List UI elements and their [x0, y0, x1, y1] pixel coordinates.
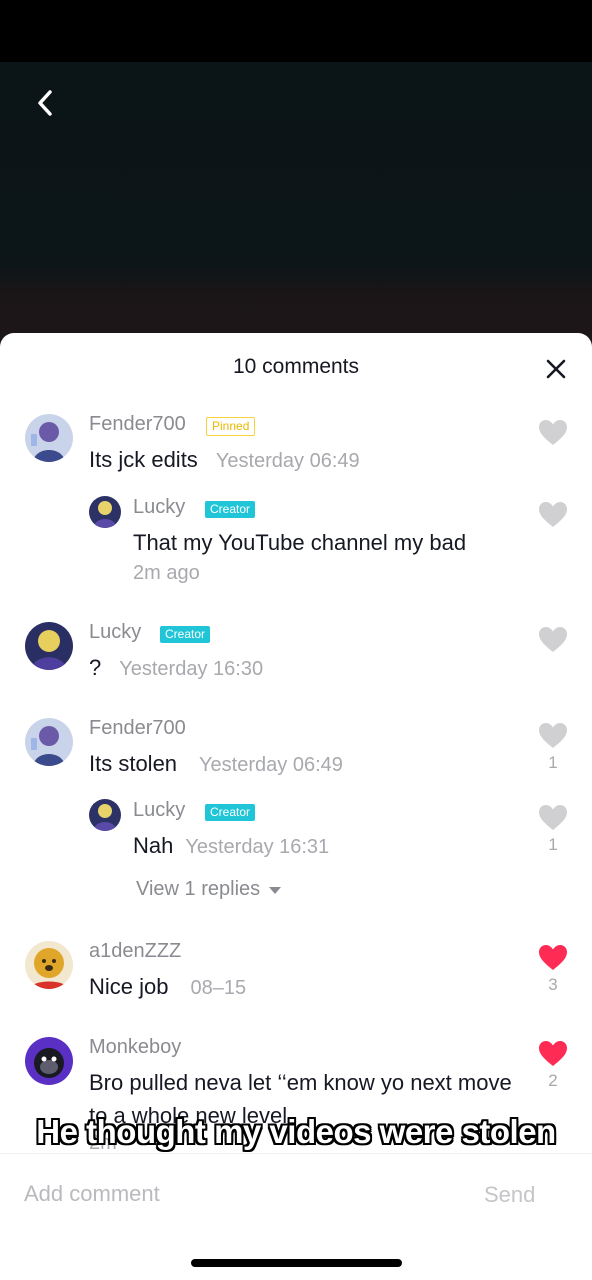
like-count: 2: [548, 1071, 558, 1090]
view-replies-button[interactable]: View 1 replies: [136, 878, 282, 901]
comment-username[interactable]: Monkeboy: [89, 1036, 181, 1059]
heart-filled-icon: [539, 945, 567, 970]
like-count: 1: [548, 835, 558, 854]
heart-filled-icon: [539, 1041, 567, 1066]
close-icon: [546, 359, 566, 379]
view-replies-label: View 1 replies: [136, 878, 261, 900]
comment-username[interactable]: a1denZZZ: [89, 940, 181, 963]
comment-body: That my YouTube channel my bad: [133, 530, 466, 556]
comment-text: Its jck edits: [89, 447, 198, 472]
avatar[interactable]: [89, 496, 121, 528]
creator-badge: Creator: [205, 501, 256, 518]
video-background: [0, 0, 592, 345]
like-button[interactable]: [535, 501, 571, 528]
comment-time: Yesterday 06:49: [215, 450, 360, 472]
like-button[interactable]: 3: [535, 944, 571, 995]
comment-time: Yesterday 16:31: [185, 836, 330, 858]
comment-time: Yesterday 16:30: [119, 658, 264, 680]
back-button[interactable]: [28, 86, 62, 120]
add-comment-input[interactable]: [24, 1181, 424, 1207]
pinned-badge: Pinned: [206, 417, 256, 436]
heart-icon: [539, 502, 567, 527]
like-button[interactable]: [535, 626, 571, 653]
comment-username[interactable]: Lucky: [133, 496, 185, 519]
comment-username[interactable]: Fender700: [89, 413, 186, 436]
comment-body: ? Yesterday 16:30: [89, 655, 263, 681]
heart-icon: [539, 420, 567, 445]
comment-count-title: 10 comments: [232, 355, 360, 378]
comment-body: Its jck edits Yesterday 06:49: [89, 447, 360, 473]
comment-username[interactable]: Lucky: [89, 621, 141, 644]
comment-time: Yesterday 06:49: [199, 754, 343, 776]
home-indicator: [191, 1259, 402, 1267]
send-button[interactable]: Send: [484, 1182, 535, 1208]
comment-body: Nice job 08–15: [89, 974, 246, 1000]
heart-icon: [539, 627, 567, 652]
chevron-left-icon: [38, 90, 52, 116]
comment-username[interactable]: Fender700: [89, 717, 186, 740]
comment-text: That my YouTube channel my bad: [133, 530, 467, 555]
video-caption: He thought my videos were stolen: [36, 1113, 556, 1150]
comment-body: Its stolen Yesterday 06:49: [89, 751, 343, 777]
heart-icon: [539, 805, 567, 830]
creator-badge: Creator: [160, 626, 211, 643]
comment-body: Nah Yesterday 16:31: [133, 833, 329, 859]
comment-time: 2m ago: [133, 562, 200, 584]
avatar[interactable]: [89, 799, 121, 831]
close-button[interactable]: [540, 353, 572, 385]
avatar[interactable]: [25, 1037, 73, 1085]
creator-badge: Creator: [205, 804, 256, 821]
like-count: 1: [548, 753, 558, 772]
heart-icon: [539, 723, 567, 748]
sheet-header: 10 comments: [0, 333, 592, 403]
comment-username[interactable]: Lucky: [133, 799, 185, 822]
avatar[interactable]: [25, 414, 73, 462]
comment-time: 08–15: [190, 977, 247, 999]
like-count: 3: [548, 975, 558, 994]
like-button[interactable]: 1: [535, 804, 571, 855]
avatar[interactable]: [25, 941, 73, 989]
video-frame: [0, 62, 592, 345]
like-button[interactable]: 1: [535, 722, 571, 773]
like-button[interactable]: 2: [535, 1040, 571, 1091]
comment-text: Its stolen: [89, 751, 178, 776]
avatar[interactable]: [25, 718, 73, 766]
caret-down-icon: [269, 886, 282, 894]
comment-text: Nah: [133, 833, 174, 858]
comment-text: ?: [89, 655, 102, 680]
like-button[interactable]: [535, 419, 571, 446]
avatar[interactable]: [25, 622, 73, 670]
comment-text: Nice job: [89, 974, 169, 999]
